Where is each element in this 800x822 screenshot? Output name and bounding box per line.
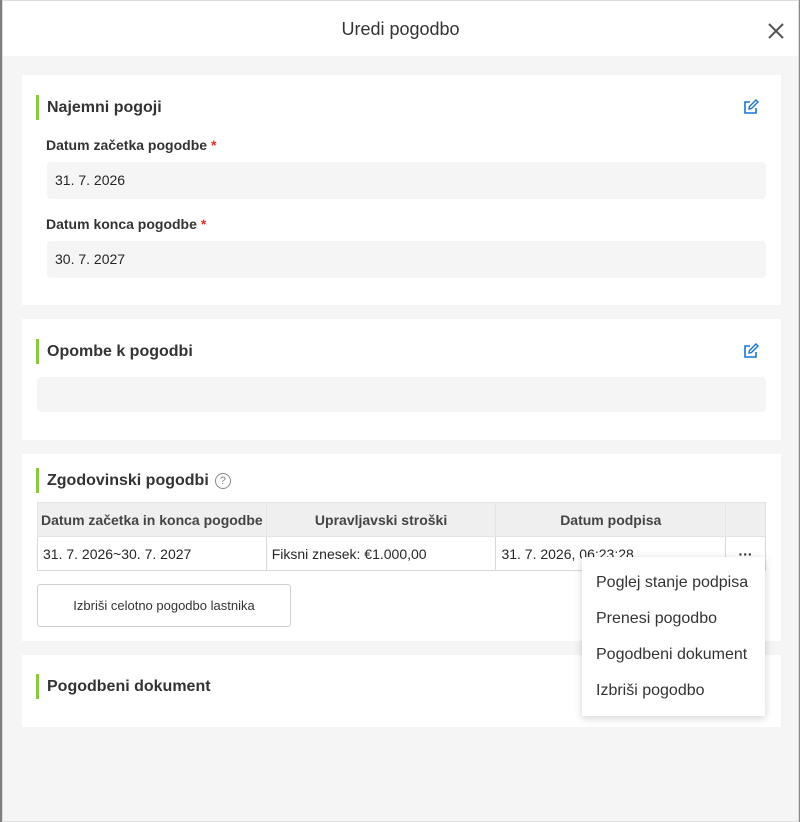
end-date-field[interactable]: 30. 7. 2027 (47, 241, 766, 278)
document-title-text: Pogodbeni dokument (47, 678, 211, 695)
notes-field[interactable] (37, 377, 766, 412)
edit-icon[interactable] (743, 343, 759, 359)
history-title-text: Zgodovinski pogodbi (47, 472, 209, 489)
column-header: Datum začetka in konca pogodbe (37, 502, 267, 537)
history-title: Zgodovinski pogodbi ? (36, 468, 231, 493)
required-mark: * (211, 137, 217, 153)
close-icon[interactable] (766, 21, 786, 41)
row-actions-menu: Poglej stanje podpisa Prenesi pogodbo Po… (582, 557, 765, 716)
notes-title-text: Opombe k pogodbi (47, 343, 193, 360)
modal-title: Uredi pogodbo (341, 19, 460, 39)
column-header-actions (725, 502, 766, 537)
lease-terms-card: Najemni pogoji Datum začetka pogodbe * 31… (22, 75, 781, 305)
table-header-row: Datum začetka in konca pogodbe Upravljav… (37, 502, 766, 537)
menu-item-contract-document[interactable]: Pogodbeni dokument (582, 637, 765, 673)
delete-owner-contract-button[interactable]: Izbriši celotno pogodbo lastnika (37, 584, 291, 627)
period-cell: 31. 7. 2026~30. 7. 2027 (37, 536, 267, 571)
lease-terms-title-text: Najemni pogoji (47, 99, 162, 116)
menu-item-delete-contract[interactable]: Izbriši pogodbo (582, 673, 765, 709)
end-date-label-text: Datum konca pogodbe (46, 216, 197, 232)
start-date-label: Datum začetka pogodbe * (46, 137, 216, 153)
menu-item-download-contract[interactable]: Prenesi pogodbo (582, 601, 765, 637)
lease-terms-title: Najemni pogoji (36, 95, 162, 120)
start-date-field[interactable]: 31. 7. 2026 (47, 162, 766, 199)
column-header: Upravljavski stroški (265, 502, 497, 537)
menu-item-view-signature[interactable]: Poglej stanje podpisa (582, 565, 765, 601)
document-title: Pogodbeni dokument (36, 674, 211, 699)
costs-cell: Fiksni znesek: €1.000,00 (265, 536, 497, 571)
required-mark: * (200, 216, 207, 232)
column-header: Datum podpisa (495, 502, 727, 537)
start-date-label-text: Datum začetka pogodbe (46, 137, 208, 153)
edit-icon[interactable] (743, 99, 759, 115)
modal-header: Uredi pogodbo (3, 1, 798, 56)
end-date-label: Datum konca pogodbe * (46, 216, 206, 232)
help-icon[interactable]: ? (214, 472, 231, 489)
notes-card: Opombe k pogodbi (22, 319, 781, 440)
notes-title: Opombe k pogodbi (36, 339, 193, 364)
